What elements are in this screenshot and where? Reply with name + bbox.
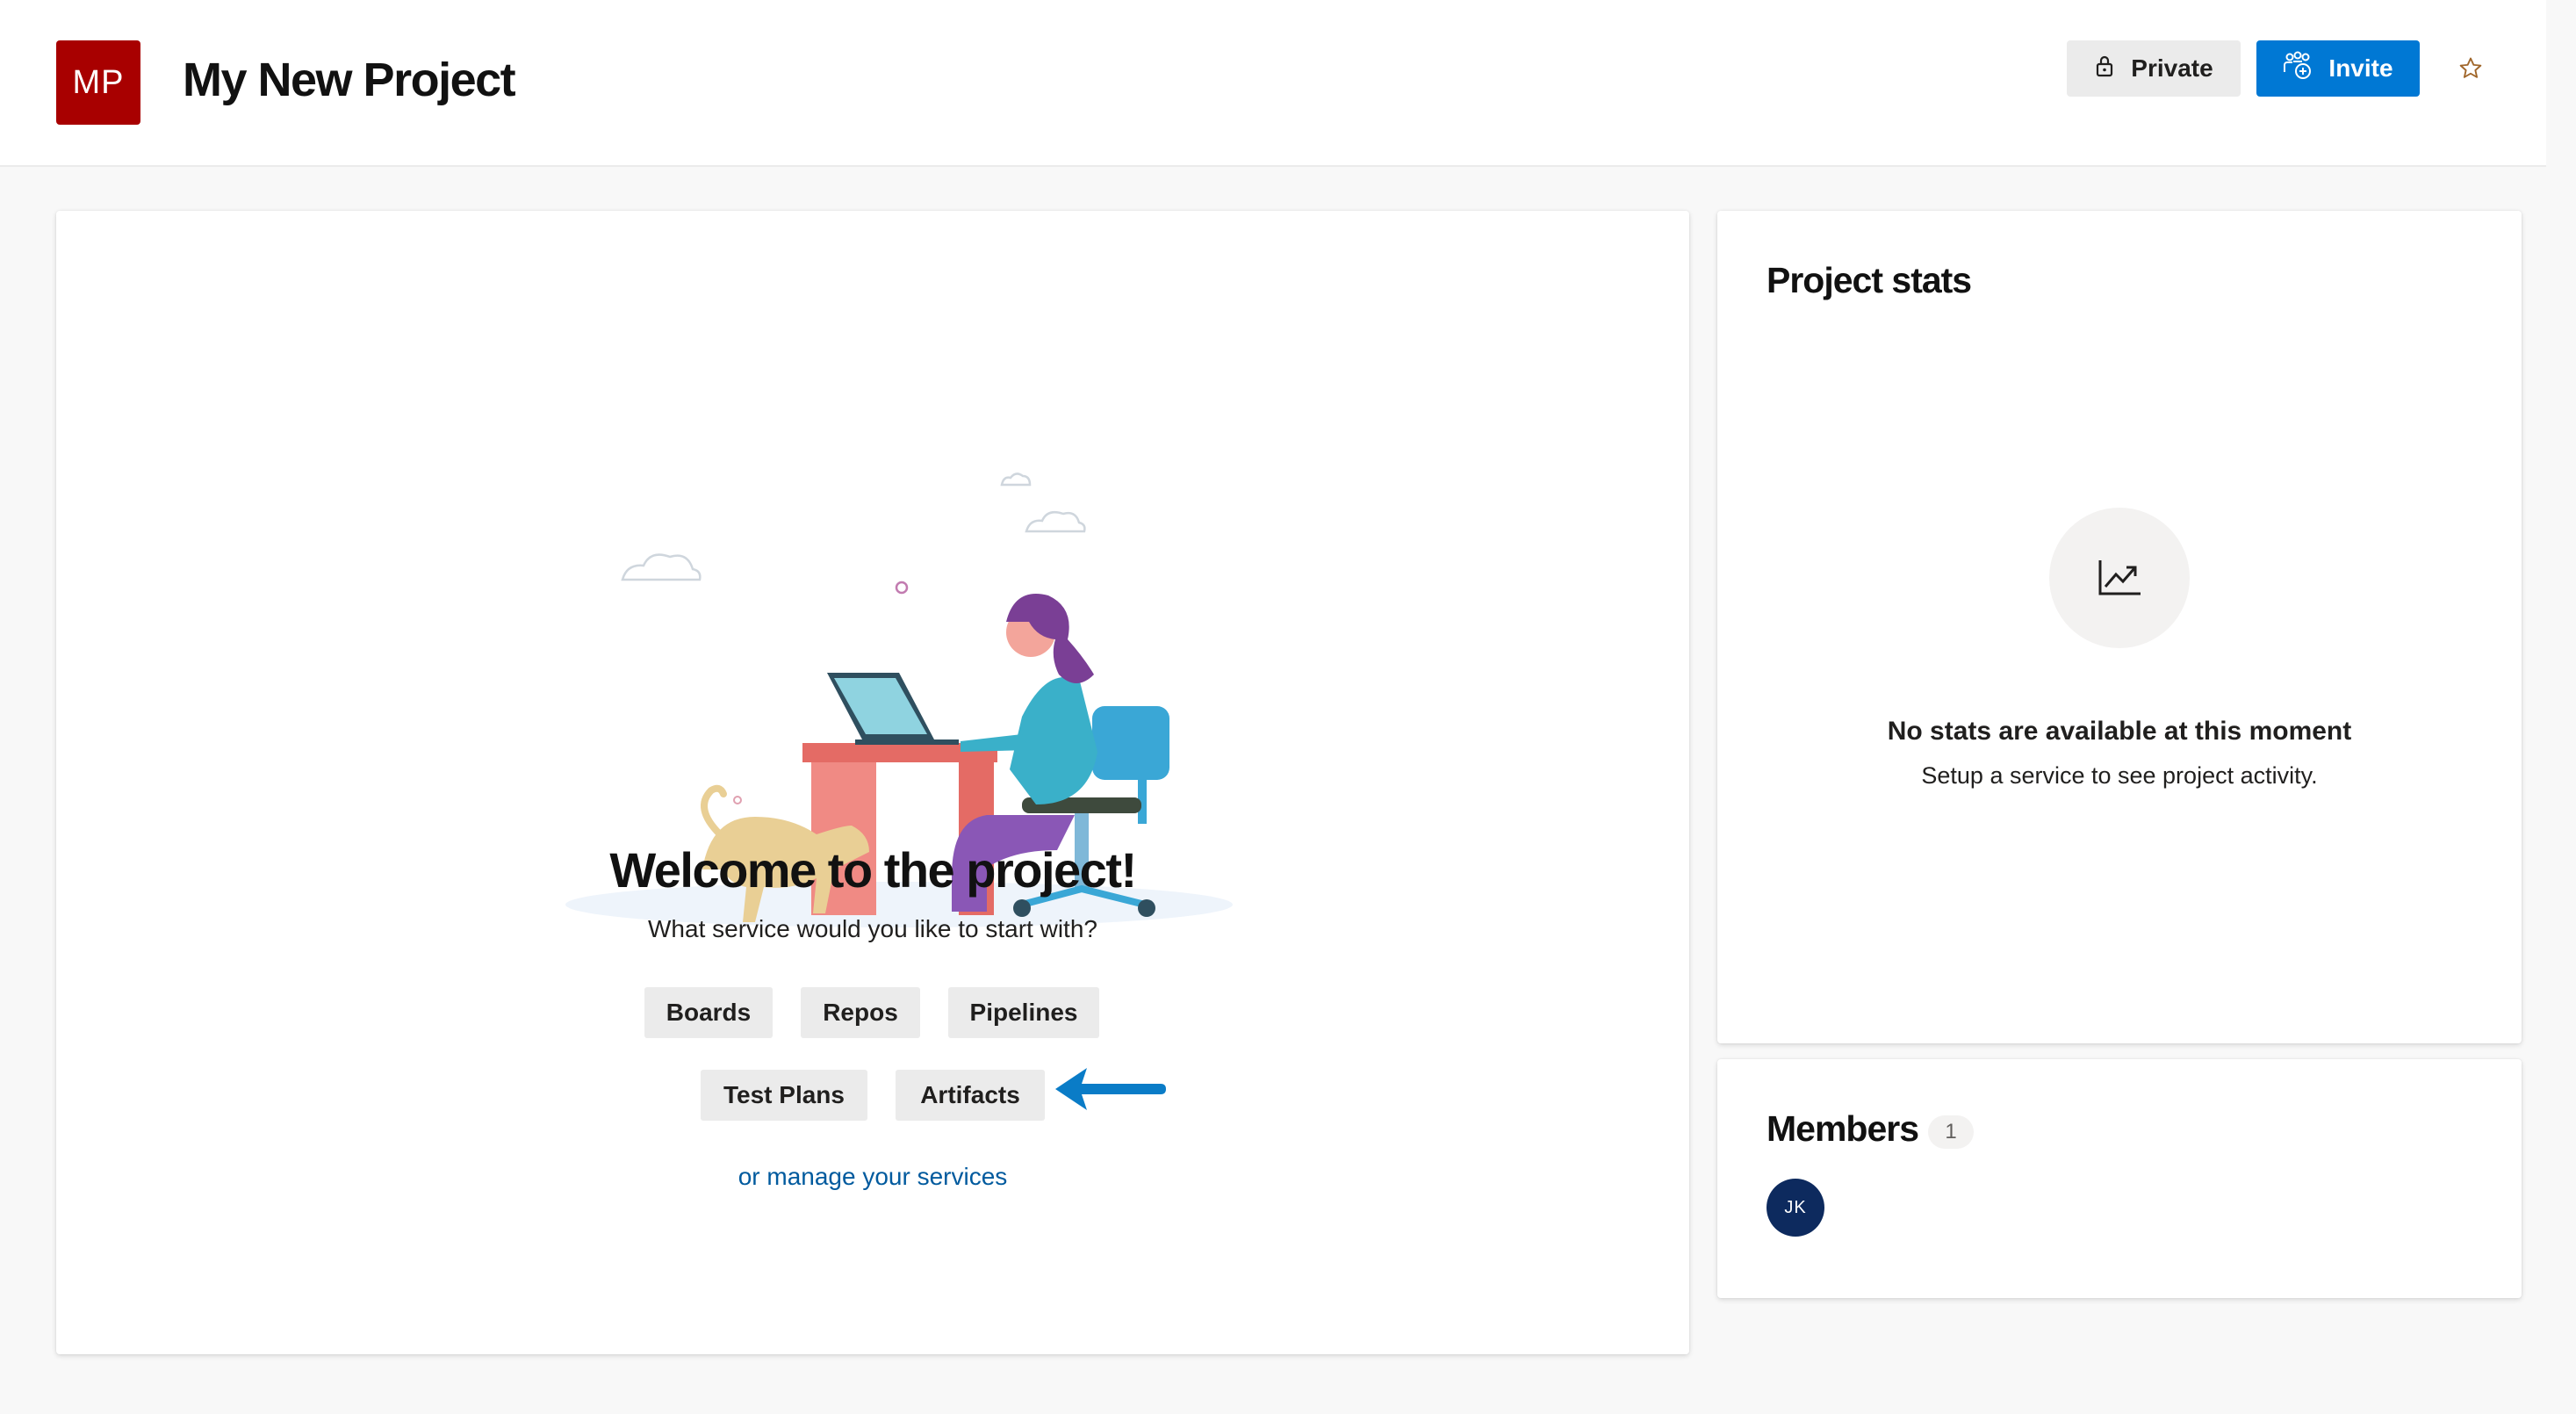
members-card: Members 1 JK (1717, 1059, 2522, 1298)
members-title: Members (1767, 1108, 1919, 1149)
pointer-arrow-icon (1055, 1068, 1166, 1110)
project-header: MP My New Project Private Invite (0, 0, 2546, 167)
project-title: My New Project (183, 54, 516, 106)
lock-icon (2094, 54, 2115, 83)
project-stats-title: Project stats (1767, 260, 1972, 300)
member-avatar[interactable]: JK (1767, 1179, 1824, 1237)
add-people-icon (2283, 51, 2313, 87)
invite-button[interactable]: Invite (2256, 40, 2420, 97)
private-label: Private (2131, 54, 2213, 82)
no-stats-subtitle: Setup a service to see project activity. (1921, 762, 2318, 789)
favorite-star-icon[interactable] (2455, 53, 2486, 84)
members-count-badge: 1 (1928, 1115, 1974, 1149)
welcome-card: Welcome to the project! What service wou… (56, 211, 1689, 1354)
line-chart-icon (2098, 560, 2141, 595)
test-plans-button[interactable]: Test Plans (701, 1070, 867, 1121)
stats-icon-container (2049, 508, 2190, 648)
manage-services-link[interactable]: or manage your services (56, 1163, 1689, 1191)
no-stats-title: No stats are available at this moment (1887, 717, 2352, 746)
welcome-title: Welcome to the project! (609, 842, 1137, 898)
invite-label: Invite (2328, 54, 2393, 82)
project-avatar: MP (56, 40, 140, 125)
private-button[interactable]: Private (2067, 40, 2241, 97)
boards-button[interactable]: Boards (644, 987, 773, 1038)
welcome-subtitle: What service would you like to start wit… (648, 915, 1097, 942)
project-stats-card: Project stats No stats are available at … (1717, 211, 2522, 1043)
pipelines-button[interactable]: Pipelines (948, 987, 1099, 1038)
welcome-illustration (565, 473, 1233, 927)
repos-button[interactable]: Repos (801, 987, 920, 1038)
artifacts-button[interactable]: Artifacts (896, 1070, 1045, 1121)
